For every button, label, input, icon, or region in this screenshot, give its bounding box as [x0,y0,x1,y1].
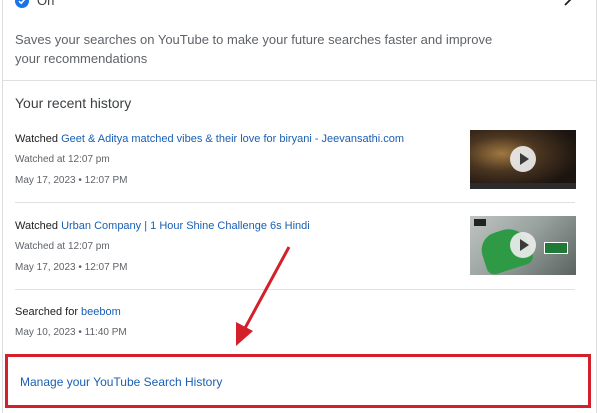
history-item-video-link[interactable]: Geet & Aditya matched vibes & their love… [61,133,404,145]
recent-history-title: Your recent history [15,95,132,111]
divider [3,80,596,81]
history-item-title-line: Watched Geet & Aditya matched vibes & th… [15,133,404,145]
video-thumbnail[interactable] [470,216,576,275]
search-history-setting-row[interactable]: On [15,0,585,14]
play-icon[interactable] [510,232,536,258]
history-item-date: May 17, 2023 • 12:07 PM [15,175,128,186]
play-icon[interactable] [510,146,536,172]
history-item-date: May 17, 2023 • 12:07 PM [15,262,128,273]
card-border [2,0,3,413]
history-item-video-link[interactable]: Urban Company | 1 Hour Shine Challenge 6… [61,220,310,232]
divider [15,289,575,290]
card-border [596,0,597,413]
search-history-settings-page: On Saves your searches on YouTube to mak… [0,0,600,413]
manage-search-history-link[interactable]: Manage your YouTube Search History [20,375,222,389]
history-item-action: Searched for [15,306,78,318]
history-item-action: Watched [15,220,59,232]
history-item-time: Watched at 12:07 pm [15,241,110,252]
manage-history-highlight-box: Manage your YouTube Search History [5,354,591,408]
history-item-action: Watched [15,133,59,145]
divider [15,202,575,203]
chevron-right-icon[interactable] [561,0,575,8]
history-item-title-line: Watched Urban Company | 1 Hour Shine Cha… [15,220,310,232]
check-circle-icon [15,0,29,8]
history-item-date: May 10, 2023 • 11:40 PM [15,327,127,338]
history-item-search-link[interactable]: beebom [81,306,121,318]
video-thumbnail[interactable] [470,130,576,189]
history-item-time: Watched at 12:07 pm [15,154,110,165]
setting-description: Saves your searches on YouTube to make y… [15,32,493,66]
history-item-title-line: Searched for beebom [15,306,121,318]
setting-status-label: On [37,0,55,8]
